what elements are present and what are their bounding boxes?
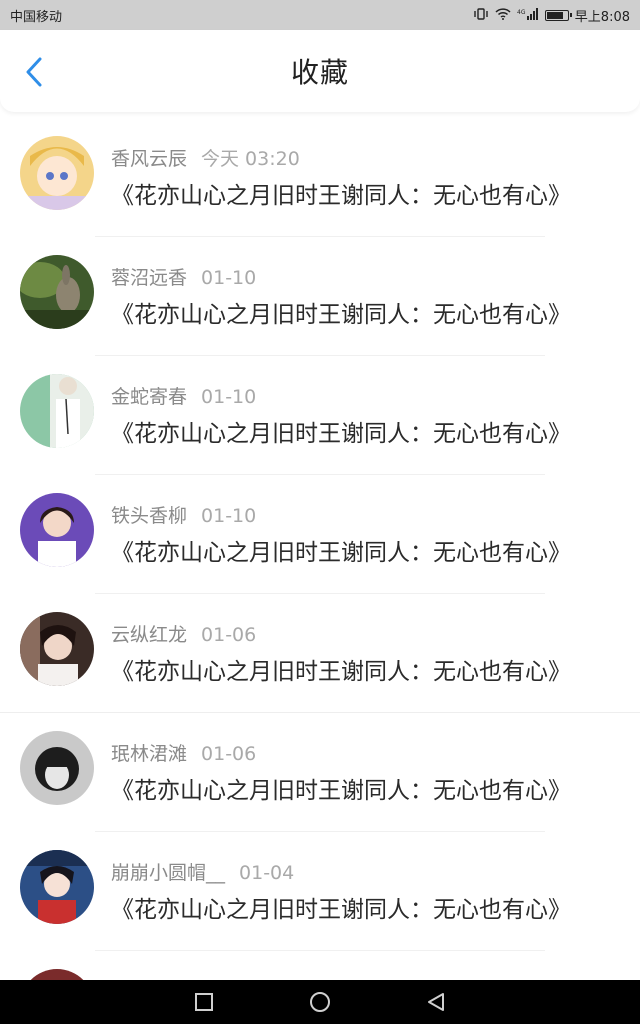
user-name[interactable]: 珉林涒滩 xyxy=(111,743,187,765)
triangle-back-icon xyxy=(428,993,444,1011)
back-button[interactable] xyxy=(18,56,50,88)
home-button[interactable] xyxy=(308,990,332,1014)
list-item[interactable]: 珉林涒滩 01-06 《花亦山心之月旧时王谢同人：无心也有心》 xyxy=(0,713,640,832)
list-item[interactable]: 崩崩小圆帽__ 01-04 《花亦山心之月旧时王谢同人：无心也有心》 xyxy=(0,832,640,951)
battery-icon xyxy=(544,9,572,21)
vibrate-icon xyxy=(473,8,489,22)
system-nav-bar xyxy=(0,980,640,1024)
user-name[interactable]: 香风云辰 xyxy=(111,148,187,170)
header: 收藏 xyxy=(0,30,640,112)
clock-label: 早上8:08 xyxy=(574,9,630,25)
item-meta: 金蛇寄春 01-10 xyxy=(111,382,256,409)
user-name[interactable]: 金蛇寄春 xyxy=(111,386,187,408)
item-meta: 香风云辰 今天 03:20 xyxy=(111,144,300,171)
item-meta: 崩崩小圆帽__ 01-04 xyxy=(111,858,294,885)
avatar[interactable] xyxy=(20,136,94,210)
avatar[interactable] xyxy=(20,374,94,448)
book-title[interactable]: 《花亦山心之月旧时王谢同人：无心也有心》 xyxy=(111,533,571,567)
timestamp: 01-10 xyxy=(201,505,257,527)
user-name[interactable]: 蓉沼远香 xyxy=(111,267,187,289)
user-name[interactable]: 铁头香柳 xyxy=(111,505,187,527)
circle-icon xyxy=(310,992,330,1012)
status-icons: 4G 早上8:08 xyxy=(473,6,630,25)
timestamp: 01-06 xyxy=(201,743,257,765)
item-meta: 蓉沼远香 01-10 xyxy=(111,263,256,290)
favorites-list: 香风云辰 今天 03:20 《花亦山心之月旧时王谢同人：无心也有心》 蓉沼远香 01… xyxy=(0,118,640,980)
avatar[interactable] xyxy=(20,969,94,980)
book-title[interactable]: 《花亦山心之月旧时王谢同人：无心也有心》 xyxy=(111,771,571,805)
timestamp: 01-04 xyxy=(239,862,295,884)
list-item[interactable]: 云纵红龙 01-06 《花亦山心之月旧时王谢同人：无心也有心》 xyxy=(0,594,640,713)
user-name[interactable]: 崩崩小圆帽__ xyxy=(111,862,225,884)
timestamp: 01-10 xyxy=(201,386,257,408)
wifi-icon xyxy=(495,8,511,22)
timestamp: 今天 03:20 xyxy=(201,148,300,170)
item-meta: 珉林涒滩 01-06 xyxy=(111,739,256,766)
recents-button[interactable] xyxy=(192,990,216,1014)
list-item[interactable]: 铁头香柳 01-10 《花亦山心之月旧时王谢同人：无心也有心》 xyxy=(0,475,640,594)
network-type-label: 4G xyxy=(517,9,526,16)
avatar[interactable] xyxy=(20,612,94,686)
list-item[interactable]: 香风云辰 今天 03:20 《花亦山心之月旧时王谢同人：无心也有心》 xyxy=(0,118,640,237)
timestamp: 01-10 xyxy=(201,267,257,289)
page-title: 收藏 xyxy=(290,56,349,89)
avatar[interactable] xyxy=(20,255,94,329)
back-nav-button[interactable] xyxy=(424,990,448,1014)
square-icon xyxy=(195,993,213,1011)
signal-icon: 4G xyxy=(517,8,539,22)
book-title[interactable]: 《花亦山心之月旧时王谢同人：无心也有心》 xyxy=(111,652,571,686)
list-item[interactable]: 金蛇寄春 01-10 《花亦山心之月旧时王谢同人：无心也有心》 xyxy=(0,356,640,475)
book-title[interactable]: 《花亦山心之月旧时王谢同人：无心也有心》 xyxy=(111,295,571,329)
book-title[interactable]: 《花亦山心之月旧时王谢同人：无心也有心》 xyxy=(111,176,571,210)
avatar[interactable] xyxy=(20,731,94,805)
chevron-left-icon xyxy=(26,57,42,87)
book-title[interactable]: 《花亦山心之月旧时王谢同人：无心也有心》 xyxy=(111,890,571,924)
item-meta: 云纵红龙 01-06 xyxy=(111,620,256,647)
book-title[interactable]: 《花亦山心之月旧时王谢同人：无心也有心》 xyxy=(111,414,571,448)
carrier-label: 中国移动 xyxy=(10,9,63,25)
timestamp: 01-06 xyxy=(201,624,257,646)
list-item-partial[interactable] xyxy=(0,951,640,980)
user-name[interactable]: 云纵红龙 xyxy=(111,624,187,646)
list-item[interactable]: 蓉沼远香 01-10 《花亦山心之月旧时王谢同人：无心也有心》 xyxy=(0,237,640,356)
item-meta: 铁头香柳 01-10 xyxy=(111,501,256,528)
status-bar: 中国移动 4G 早上8:08 xyxy=(0,0,640,30)
avatar[interactable] xyxy=(20,493,94,567)
avatar[interactable] xyxy=(20,850,94,924)
